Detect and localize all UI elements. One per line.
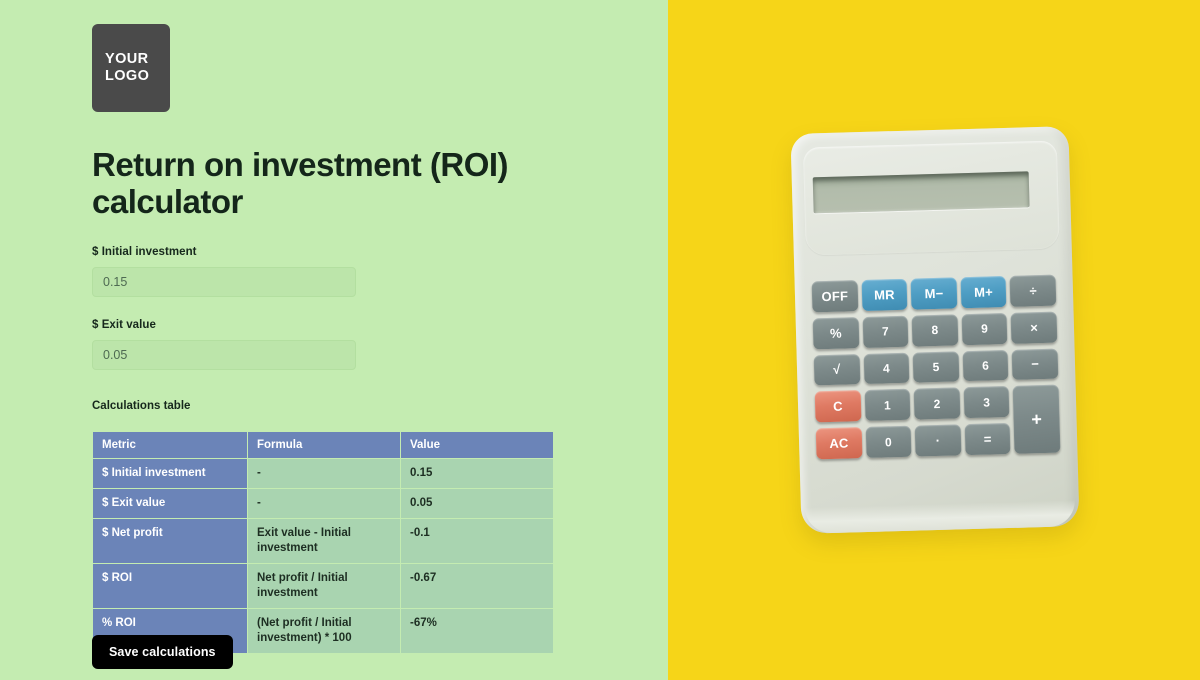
- calculator-key-4[interactable]: 4: [863, 352, 910, 385]
- save-calculations-button[interactable]: Save calculations: [92, 635, 233, 669]
- calculator-device: OFF MR M− M+ ÷% 7 8 9 × √ 4 5 6− C 1 2 3 + AC 0 · =: [790, 126, 1080, 534]
- form-panel: YOUR LOGO Return on investment (ROI) cal…: [0, 0, 668, 680]
- logo: YOUR LOGO: [92, 24, 170, 112]
- table-row: $ Net profit Exit value - Initial invest…: [92, 518, 554, 564]
- calculator-key-[interactable]: %: [812, 316, 860, 349]
- calculator-key-7[interactable]: 7: [862, 315, 909, 348]
- calculator-key-9[interactable]: 9: [961, 312, 1008, 345]
- roi-calculator-page: YOUR LOGO Return on investment (ROI) cal…: [0, 0, 1200, 680]
- table-row: $ Exit value - 0.05: [92, 488, 554, 519]
- logo-line-2: LOGO: [105, 68, 150, 84]
- calculator-key-6[interactable]: 6: [962, 349, 1009, 382]
- cell-formula: -: [247, 488, 401, 519]
- field-label-initial-investment: $ Initial investment: [92, 246, 197, 258]
- table-header-row: Metric Formula Value: [92, 431, 554, 459]
- field-initial-investment: $ Initial investment: [92, 246, 668, 297]
- page-title: Return on investment (ROI) calculator: [92, 146, 509, 220]
- calculations-table: Metric Formula Value $ Initial investmen…: [92, 431, 554, 654]
- calculator-key-[interactable]: =: [964, 423, 1011, 456]
- calculator-key-mr[interactable]: MR: [861, 278, 908, 311]
- calculator-key-3[interactable]: 3: [963, 386, 1010, 419]
- field-exit-value: $ Exit value: [92, 319, 668, 370]
- cell-value: 0.15: [400, 458, 554, 489]
- cell-formula: -: [247, 458, 401, 489]
- cell-metric: $ Exit value: [92, 488, 248, 519]
- cell-value: -0.1: [400, 518, 554, 564]
- calculator-key-1[interactable]: 1: [864, 389, 911, 422]
- calculator-key-[interactable]: −: [1011, 348, 1059, 381]
- table-row: $ ROI Net profit / Initial investment -0…: [92, 563, 554, 609]
- logo-line-1: YOUR: [105, 51, 149, 67]
- calculator-key-m[interactable]: M−: [910, 277, 958, 310]
- cell-value: 0.05: [400, 488, 554, 519]
- calculator-key-5[interactable]: 5: [912, 350, 960, 384]
- field-label-exit-value: $ Exit value: [92, 319, 156, 331]
- column-header-metric: Metric: [92, 431, 248, 459]
- cell-value: -67%: [400, 608, 554, 654]
- calculator-key-[interactable]: ·: [914, 424, 962, 457]
- cell-formula: (Net profit / Initial investment) * 100: [247, 608, 401, 654]
- exit-value-input[interactable]: [92, 340, 356, 370]
- cell-metric: $ Initial investment: [92, 458, 248, 489]
- calculator-key-2[interactable]: 2: [913, 387, 961, 420]
- calculator-key-[interactable]: ×: [1010, 311, 1058, 344]
- calculator-key-+[interactable]: +: [1012, 384, 1061, 454]
- calculator-display-screen: [812, 171, 1030, 214]
- initial-investment-input[interactable]: [92, 267, 356, 297]
- calculator-keypad: OFF MR M− M+ ÷% 7 8 9 × √ 4 5 6− C 1 2 3 + AC 0 · =: [811, 274, 1061, 460]
- calculator-key-[interactable]: ÷: [1009, 274, 1057, 307]
- calculations-table-label: Calculations table: [92, 400, 191, 412]
- cell-formula: Net profit / Initial investment: [247, 563, 401, 609]
- cell-metric: $ Net profit: [92, 518, 248, 564]
- calculator-key-m+[interactable]: M+: [960, 275, 1007, 309]
- calculator-photo-panel: OFF MR M− M+ ÷% 7 8 9 × √ 4 5 6− C 1 2 3 + AC 0 · =: [668, 0, 1200, 680]
- calculator-key-ac[interactable]: AC: [815, 427, 863, 460]
- calculator-key-8[interactable]: 8: [911, 314, 959, 347]
- table-row: $ Initial investment - 0.15: [92, 458, 554, 489]
- calculator-key-c[interactable]: C: [814, 390, 862, 423]
- column-header-formula: Formula: [247, 431, 401, 459]
- calculator-key-0[interactable]: 0: [865, 425, 912, 458]
- calculator-key-[interactable]: √: [813, 353, 861, 386]
- cell-value: -0.67: [400, 563, 554, 609]
- cell-formula: Exit value - Initial investment: [247, 518, 401, 564]
- column-header-value: Value: [400, 431, 554, 459]
- cell-metric: $ ROI: [92, 563, 248, 609]
- calculator-key-off[interactable]: OFF: [811, 280, 859, 313]
